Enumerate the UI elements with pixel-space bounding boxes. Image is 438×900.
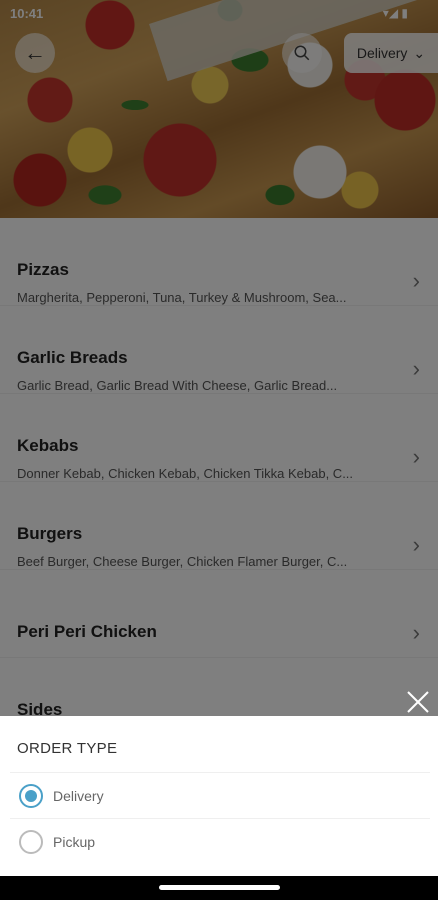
sheet-title: ORDER TYPE [17, 740, 118, 757]
close-icon[interactable] [403, 687, 433, 717]
option-delivery[interactable]: Delivery [19, 783, 104, 809]
order-type-sheet: ORDER TYPE Delivery Pickup [0, 716, 438, 876]
option-label: Pickup [53, 834, 96, 850]
option-pickup[interactable]: Pickup [19, 829, 95, 855]
system-nav-bar [0, 876, 438, 900]
radio-unselected[interactable] [19, 830, 43, 854]
option-label: Delivery [53, 788, 104, 804]
radio-selected[interactable] [19, 784, 43, 808]
home-handle[interactable] [159, 885, 280, 890]
divider [10, 772, 430, 773]
divider [10, 818, 430, 819]
